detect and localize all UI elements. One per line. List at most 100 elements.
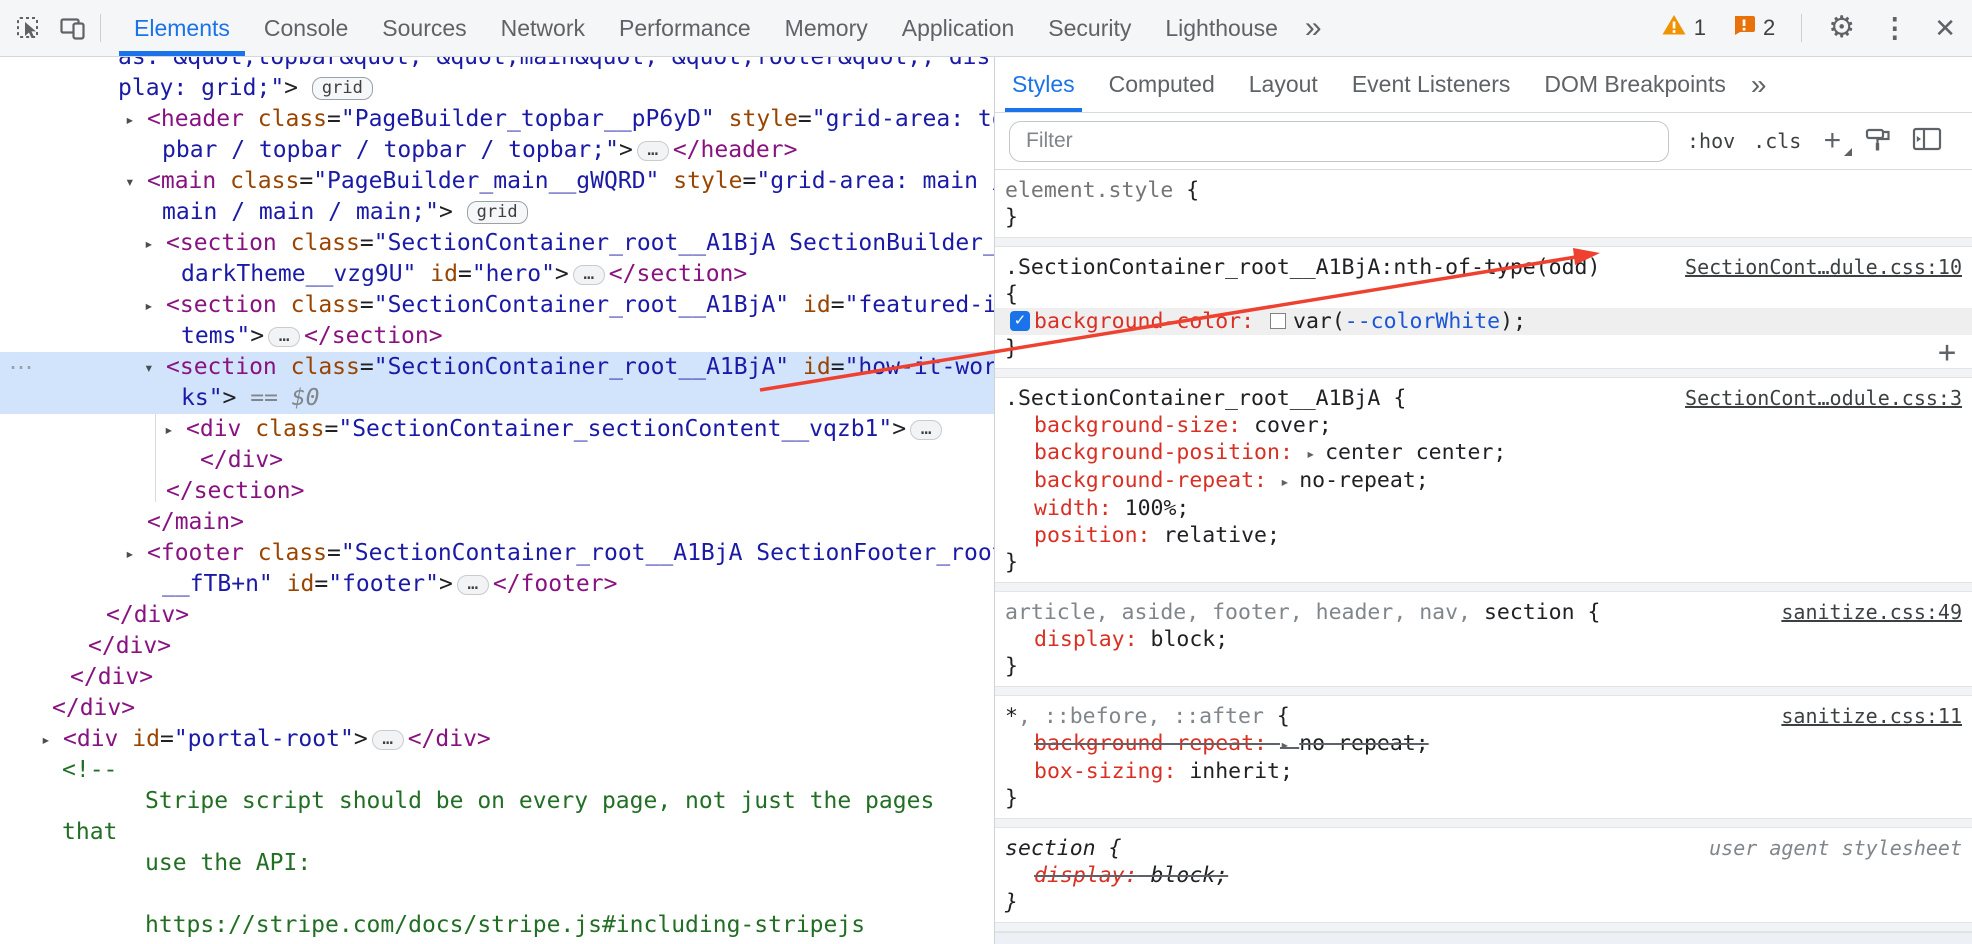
styles-filter-input[interactable] xyxy=(1009,121,1669,162)
css-property[interactable]: background-repeat: ▸ no-repeat; xyxy=(1005,467,1962,495)
dom-tree-line[interactable]: as: &quot;topbar&quot; &quot;main&quot; … xyxy=(0,57,994,73)
dom-tree-line-selected[interactable]: ks"> == $0 xyxy=(0,383,994,414)
rule-selector[interactable]: element.style { xyxy=(1005,177,1962,204)
kebab-menu-icon[interactable]: ⋮ xyxy=(1881,15,1908,42)
dom-tree-line[interactable]: </div> xyxy=(0,631,994,662)
expand-arrow-icon[interactable]: ▸ xyxy=(125,538,135,569)
toggle-sidebar-icon[interactable] xyxy=(1911,124,1943,159)
css-property[interactable]: position: relative; xyxy=(1005,522,1962,549)
expand-children-button[interactable]: … xyxy=(457,575,489,595)
css-property[interactable]: display: block; xyxy=(1005,862,1962,889)
tab-performance[interactable]: Performance xyxy=(602,0,768,56)
dom-tree-line[interactable]: ▸<div class="SectionContainer_sectionCon… xyxy=(0,414,994,445)
dom-tree-line[interactable]: ▸<footer class="SectionContainer_root__A… xyxy=(0,538,994,569)
stylesheet-source-link[interactable]: sanitize.css:11 xyxy=(1781,703,1962,730)
stylesheet-source-link[interactable]: SectionCont…odule.css:3 xyxy=(1685,385,1962,412)
expand-arrow-icon[interactable]: ▸ xyxy=(144,228,154,259)
stylesheet-source-link[interactable]: sanitize.css:49 xyxy=(1781,599,1962,626)
dom-tree-line[interactable]: </main> xyxy=(0,507,994,538)
tab-elements[interactable]: Elements xyxy=(117,0,247,56)
tab-security[interactable]: Security xyxy=(1031,0,1148,56)
dom-tree-line[interactable]: </div> xyxy=(0,600,994,631)
dom-tree-line[interactable]: <!-- xyxy=(0,755,994,786)
more-tabs-icon[interactable]: » xyxy=(1295,0,1332,56)
expand-arrow-icon[interactable]: ▸ xyxy=(144,290,154,321)
inspect-element-icon[interactable] xyxy=(12,11,46,45)
expand-value-icon[interactable]: ▸ xyxy=(1280,472,1299,491)
styles-tab-event-listeners[interactable]: Event Listeners xyxy=(1335,57,1528,112)
expand-arrow-icon[interactable]: ▸ xyxy=(41,724,51,755)
expand-arrow-icon[interactable]: ▸ xyxy=(164,414,174,445)
collapse-arrow-icon[interactable]: ▾ xyxy=(144,352,154,383)
dom-tree-line[interactable]: play: grid;"> grid xyxy=(0,73,994,104)
dom-tree-line[interactable]: tems">…</section> xyxy=(0,321,994,352)
expand-value-icon[interactable]: ▸ xyxy=(1306,444,1325,463)
dom-tree-line[interactable]: ▸<section class="SectionContainer_root__… xyxy=(0,228,994,259)
tab-application[interactable]: Application xyxy=(885,0,1032,56)
stylesheet-source-link[interactable]: SectionCont…dule.css:10 xyxy=(1685,254,1962,281)
rule-selector[interactable]: .SectionContainer_root__A1BjA { xyxy=(1005,385,1685,412)
collapse-arrow-icon[interactable]: ▾ xyxy=(125,166,135,197)
expand-children-button[interactable]: … xyxy=(910,420,942,440)
pseudo-state-toggle[interactable]: :hov xyxy=(1687,129,1735,153)
css-property[interactable]: background-repeat: ▸ no-repeat; xyxy=(1005,730,1962,758)
new-style-rule-button[interactable]: + xyxy=(1819,126,1845,156)
dom-tree-line[interactable]: </div> xyxy=(0,693,994,724)
expand-children-button[interactable]: … xyxy=(637,141,669,161)
color-swatch[interactable] xyxy=(1270,313,1286,329)
dom-tree-line[interactable]: that xyxy=(0,817,994,848)
close-devtools-icon[interactable]: ✕ xyxy=(1934,15,1956,41)
styles-tab-styles[interactable]: Styles xyxy=(995,57,1092,112)
css-property[interactable]: ✓background-color: var(--colorWhite); xyxy=(995,308,1972,335)
dom-tree-line[interactable] xyxy=(0,879,994,910)
expand-children-button[interactable]: … xyxy=(372,730,404,750)
tab-memory[interactable]: Memory xyxy=(768,0,885,56)
device-toolbar-icon[interactable] xyxy=(56,11,90,45)
expand-children-button[interactable]: … xyxy=(573,265,605,285)
dom-tree-line[interactable]: Stripe script should be on every page, n… xyxy=(0,786,994,817)
tab-lighthouse[interactable]: Lighthouse xyxy=(1148,0,1295,56)
styles-tab-computed[interactable]: Computed xyxy=(1092,57,1232,112)
property-enabled-checkbox[interactable]: ✓ xyxy=(1010,311,1030,331)
dom-tree-line[interactable]: </div> xyxy=(0,662,994,693)
issues-badge[interactable]: 2 xyxy=(1732,13,1775,43)
rule-selector[interactable]: .SectionContainer_root__A1BjA:nth-of-typ… xyxy=(1005,254,1685,281)
styles-more-tabs-icon[interactable]: » xyxy=(1743,57,1775,112)
css-property[interactable]: background-size: cover; xyxy=(1005,412,1962,439)
rendering-emulation-icon[interactable] xyxy=(1863,124,1893,159)
grid-badge[interactable]: grid xyxy=(312,77,373,100)
insert-rule-button[interactable]: + xyxy=(1938,339,1956,366)
dom-tree-line[interactable]: __fTB+n" id="footer">…</footer> xyxy=(0,569,994,600)
dom-tree-line[interactable]: use the API: xyxy=(0,848,994,879)
tab-console[interactable]: Console xyxy=(247,0,365,56)
dom-tree-line[interactable]: main / main / main;"> grid xyxy=(0,197,994,228)
dom-tree-line[interactable]: ▸<div id="portal-root">…</div> xyxy=(0,724,994,755)
dom-tree-line[interactable]: </section> xyxy=(0,476,994,507)
rule-selector[interactable]: *, ::before, ::after { xyxy=(1005,703,1781,730)
styles-tab-layout[interactable]: Layout xyxy=(1232,57,1335,112)
dom-tree-line[interactable]: ▾<main class="PageBuilder_main__gWQRD" s… xyxy=(0,166,994,197)
grid-badge[interactable]: grid xyxy=(467,201,528,224)
node-options-dots[interactable]: ⋯ xyxy=(9,352,34,383)
dom-tree-line[interactable]: ▸<section class="SectionContainer_root__… xyxy=(0,290,994,321)
expand-arrow-icon[interactable]: ▸ xyxy=(125,104,135,135)
css-property[interactable]: width: 100%; xyxy=(1005,495,1962,522)
dom-tree-line[interactable]: https://stripe.com/docs/stripe.js#includ… xyxy=(0,910,994,941)
dom-tree-line[interactable]: darkTheme__vzg9U" id="hero">…</section> xyxy=(0,259,994,290)
dom-tree-line-selected[interactable]: ▾<section class="SectionContainer_root__… xyxy=(0,352,994,383)
css-property[interactable]: display: block; xyxy=(1005,626,1962,653)
dom-tree-line[interactable]: pbar / topbar / topbar / topbar;">…</hea… xyxy=(0,135,994,166)
css-property[interactable]: box-sizing: inherit; xyxy=(1005,758,1962,785)
rule-selector[interactable]: section { xyxy=(1005,835,1709,862)
settings-gear-icon[interactable]: ⚙ xyxy=(1828,13,1855,43)
tab-network[interactable]: Network xyxy=(484,0,602,56)
rule-selector[interactable]: article, aside, footer, header, nav, sec… xyxy=(1005,599,1781,626)
css-property[interactable]: background-position: ▸ center center; xyxy=(1005,439,1962,467)
styles-tab-dom-breakpoints[interactable]: DOM Breakpoints xyxy=(1527,57,1743,112)
dom-tree-line[interactable]: </div> xyxy=(0,445,994,476)
dom-tree-line[interactable]: ▸<header class="PageBuilder_topbar__pP6y… xyxy=(0,104,994,135)
expand-children-button[interactable]: … xyxy=(268,327,300,347)
class-toggle[interactable]: .cls xyxy=(1753,129,1801,153)
css-variable-link[interactable]: --colorWhite xyxy=(1345,309,1500,334)
warnings-badge[interactable]: 1 xyxy=(1661,13,1706,43)
